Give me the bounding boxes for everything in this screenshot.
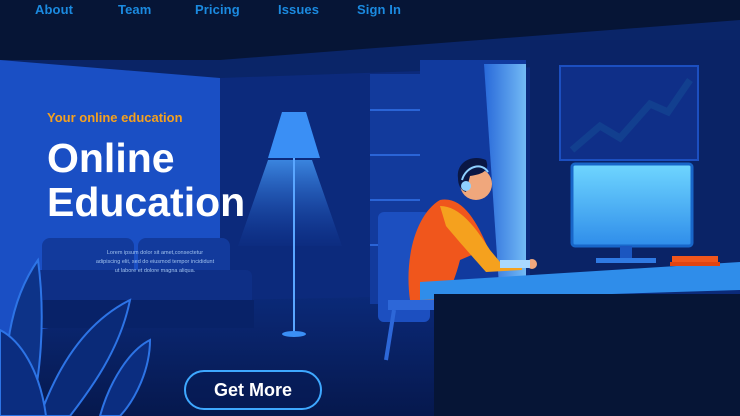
hero-title-line-1: Online — [47, 135, 175, 181]
top-nav: About Team Pricing Issues Sign In — [0, 0, 740, 22]
get-more-button[interactable]: Get More — [184, 370, 322, 410]
nav-about[interactable]: About — [35, 2, 73, 17]
nav-pricing[interactable]: Pricing — [195, 2, 240, 17]
landing-page: About Team Pricing Issues Sign In Your o… — [0, 0, 740, 416]
nav-team[interactable]: Team — [118, 2, 151, 17]
nav-sign-in[interactable]: Sign In — [357, 2, 401, 17]
hero-description: Lorem ipsum dolor sit amet,consectetur a… — [95, 249, 215, 276]
hero-description-line-1: Lorem ipsum dolor sit amet,consectetur — [106, 250, 204, 256]
hero-title-line-2: Education — [47, 179, 246, 225]
hero-description-line-2: adipiscing elit, sed do eiusmod tempor i… — [95, 259, 215, 265]
hero-title: Online Education — [47, 136, 347, 224]
nav-issues[interactable]: Issues — [278, 2, 319, 17]
hero-description-line-3: ut labore et dolore magna aliqua. — [114, 268, 196, 274]
hero-eyebrow: Your online education — [47, 110, 183, 125]
